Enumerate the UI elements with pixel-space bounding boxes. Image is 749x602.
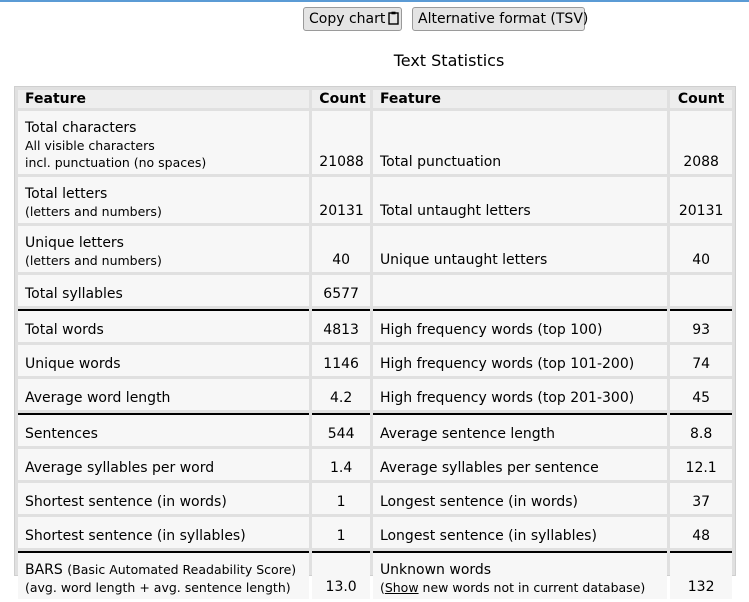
count-cell: 40: [670, 226, 732, 272]
count-cell: [670, 275, 732, 306]
table-row: Average word length 4.2 High frequency w…: [18, 379, 732, 410]
count-cell: 8.8: [670, 413, 732, 446]
top-accent-line: [0, 0, 749, 2]
count-cell: 6577: [312, 275, 370, 306]
feature-label: Unknown words: [379, 562, 492, 578]
feature-sublabel: (letters and numbers): [25, 253, 162, 268]
alternative-format-button[interactable]: Alternative format (TSV): [412, 7, 588, 31]
count-cell: 1146: [312, 345, 370, 376]
feature-cell: Sentences: [18, 413, 310, 446]
table-row: Sentences 544 Average sentence length 8.…: [18, 413, 732, 446]
table-row: Unique letters (letters and numbers) 40 U…: [18, 226, 732, 272]
count-cell: 1: [312, 483, 370, 514]
feature-cell: Average word length: [18, 379, 310, 410]
count-cell: 4.2: [312, 379, 370, 410]
table-row: BARS (Basic Automated Readability Score)…: [18, 551, 732, 599]
feature-label: Total letters: [25, 186, 108, 202]
statistics-table: Feature Count Feature Count Total charac…: [14, 86, 736, 599]
table-row: Total words 4813 High frequency words (t…: [18, 309, 732, 342]
count-cell: 544: [312, 413, 370, 446]
clipboard-icon: [388, 10, 400, 32]
feature-cell: Shortest sentence (in words): [18, 483, 310, 514]
table-header-row: Feature Count Feature Count: [18, 90, 732, 108]
feature-cell: Average sentence length: [372, 413, 668, 446]
feature-label: Unique letters: [25, 235, 124, 251]
count-column-header: Count: [312, 90, 370, 108]
count-cell: 40: [312, 226, 370, 272]
show-new-words-link[interactable]: Show: [385, 580, 419, 595]
count-cell: 4813: [312, 309, 370, 342]
feature-cell: Longest sentence (in syllables): [372, 517, 668, 548]
copy-chart-button[interactable]: Copy chart: [303, 7, 402, 31]
table-row: Total letters (letters and numbers) 20131…: [18, 177, 732, 223]
feature-cell: High frequency words (top 101-200): [372, 345, 668, 376]
count-cell: 93: [670, 309, 732, 342]
count-cell: 13.0: [312, 551, 370, 599]
feature-cell: Total untaught letters: [372, 177, 668, 223]
feature-cell: Total punctuation: [372, 111, 668, 174]
feature-cell: Unique letters (letters and numbers): [18, 226, 310, 272]
count-column-header-2: Count: [670, 90, 732, 108]
feature-cell: Total syllables: [18, 275, 310, 306]
count-cell: 20131: [670, 177, 732, 223]
feature-cell: [372, 275, 668, 306]
feature-label: Total characters: [25, 120, 137, 136]
feature-cell: BARS (Basic Automated Readability Score)…: [18, 551, 310, 599]
count-cell: 132: [670, 551, 732, 599]
feature-sublabel: (avg. word length + avg. sentence length…: [25, 580, 291, 595]
feature-column-header-2: Feature: [372, 90, 668, 108]
count-cell: 45: [670, 379, 732, 410]
count-cell: 12.1: [670, 449, 732, 480]
count-cell: 74: [670, 345, 732, 376]
table-row: Average syllables per word 1.4 Average s…: [18, 449, 732, 480]
copy-chart-label: Copy chart: [309, 11, 386, 27]
feature-cell: Total words: [18, 309, 310, 342]
feature-cell: Unknown words (Show new words not in curr…: [372, 551, 668, 599]
count-cell: 48: [670, 517, 732, 548]
feature-sublabel: (Basic Automated Readability Score): [67, 562, 297, 577]
count-cell: 20131: [312, 177, 370, 223]
feature-sublabel: (letters and numbers): [25, 204, 162, 219]
feature-sublabel: new words not in current database): [418, 580, 646, 595]
feature-sublabel: incl. punctuation (no spaces): [25, 155, 207, 170]
feature-cell: Average syllables per word: [18, 449, 310, 480]
count-cell: 21088: [312, 111, 370, 174]
table-row: Unique words 1146 High frequency words (…: [18, 345, 732, 376]
feature-cell: Longest sentence (in words): [372, 483, 668, 514]
page-title: Text Statistics: [393, 51, 505, 70]
feature-cell: Shortest sentence (in syllables): [18, 517, 310, 548]
feature-cell: Unique untaught letters: [372, 226, 668, 272]
feature-cell: High frequency words (top 201-300): [372, 379, 668, 410]
feature-column-header: Feature: [18, 90, 310, 108]
feature-label: BARS: [25, 562, 63, 578]
feature-cell: Average syllables per sentence: [372, 449, 668, 480]
table-row: Shortest sentence (in syllables) 1 Longe…: [18, 517, 732, 548]
feature-cell: Unique words: [18, 345, 310, 376]
count-cell: 2088: [670, 111, 732, 174]
table-row: Total characters All visible characters in…: [18, 111, 732, 174]
feature-cell: Total characters All visible characters in…: [18, 111, 310, 174]
table-row: Total syllables 6577: [18, 275, 732, 306]
count-cell: 1.4: [312, 449, 370, 480]
count-cell: 37: [670, 483, 732, 514]
table-row: Shortest sentence (in words) 1 Longest s…: [18, 483, 732, 514]
feature-cell: Total letters (letters and numbers): [18, 177, 310, 223]
feature-sublabel: All visible characters: [25, 138, 155, 153]
feature-cell: High frequency words (top 100): [372, 309, 668, 342]
count-cell: 1: [312, 517, 370, 548]
